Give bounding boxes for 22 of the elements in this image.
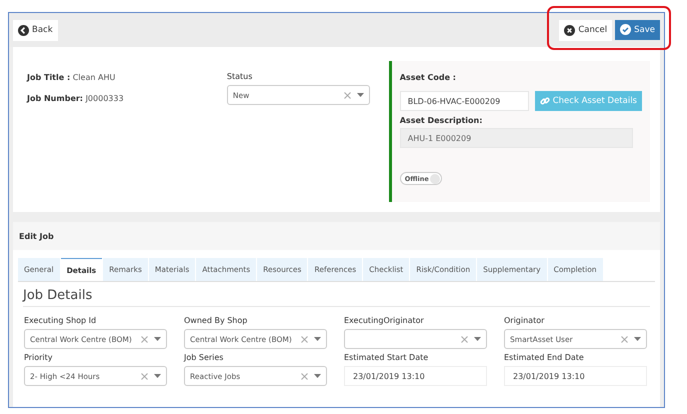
field-label: Executing Shop Id [24, 316, 98, 325]
field-label: ExecutingOriginator [344, 316, 425, 325]
date-field[interactable]: 23/01/2019 13:10 [344, 366, 487, 386]
job-title: Job Title : Clean AHU [27, 73, 116, 82]
field-label: Priority [24, 353, 54, 362]
field-label: Asset Code : [400, 73, 457, 82]
field-label: Estimated End Date [504, 353, 585, 362]
save-button[interactable]: Save [615, 20, 660, 40]
field-label: Originator [504, 316, 546, 325]
field-label: Owned By Shop [184, 316, 248, 325]
field-label: Status [226, 72, 254, 81]
job-number: Job Number: J0000333 [27, 94, 125, 103]
section-heading: Job Details [23, 288, 650, 307]
field-label: Asset Description: [400, 116, 484, 125]
date-field[interactable]: 23/01/2019 13:10 [504, 366, 647, 386]
field-label: Estimated Start Date [344, 353, 430, 362]
field-label: Job Series [184, 353, 224, 362]
asset-code-field[interactable]: BLD-06-HVAC-E000209 [400, 91, 529, 111]
section-header: Edit Job [13, 222, 660, 250]
asset-description-field: AHU-1 E000209 [400, 128, 633, 148]
cancel-button[interactable]: Cancel [559, 20, 612, 40]
back-button[interactable]: Back [13, 20, 58, 40]
